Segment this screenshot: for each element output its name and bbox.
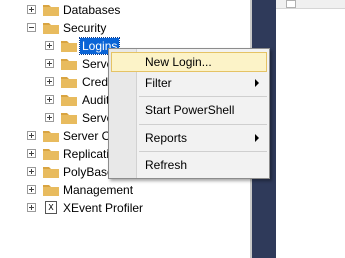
tree-node-management[interactable]: Management xyxy=(0,181,250,199)
expand-icon[interactable] xyxy=(27,149,36,158)
menu-item-label: Reports xyxy=(145,131,188,145)
expand-icon[interactable] xyxy=(27,131,36,140)
folder-icon xyxy=(43,185,59,196)
tree-node-label: Security xyxy=(63,21,107,35)
folder-icon xyxy=(61,95,77,106)
submenu-arrow-icon xyxy=(255,79,259,87)
menu-item-label: Start PowerShell xyxy=(145,103,235,117)
folder-icon xyxy=(43,5,59,16)
menu-separator xyxy=(139,124,267,125)
tree-node-security[interactable]: Security xyxy=(0,19,250,37)
folder-icon xyxy=(43,23,59,34)
expand-icon[interactable] xyxy=(27,185,36,194)
menu-separator xyxy=(139,151,267,152)
expand-icon[interactable] xyxy=(27,167,36,176)
menu-item-label: Filter xyxy=(145,76,172,90)
menu-item-refresh[interactable]: Refresh xyxy=(111,155,267,175)
folder-icon xyxy=(43,167,59,178)
expand-icon[interactable] xyxy=(45,59,54,68)
tree-node-label: Audit xyxy=(82,93,110,107)
panel-control-box xyxy=(286,0,296,8)
context-menu: New Login... Filter Start PowerShell Rep… xyxy=(108,48,270,179)
tree-node-label: XEvent Profiler xyxy=(63,201,144,215)
submenu-arrow-icon xyxy=(255,134,259,142)
tree-node-label: PolyBase xyxy=(63,165,114,179)
expand-icon[interactable] xyxy=(27,203,36,212)
menu-item-label: New Login... xyxy=(145,55,212,69)
menu-item-new-login[interactable]: New Login... xyxy=(111,52,267,72)
xevent-profiler-icon: X xyxy=(45,201,57,214)
folder-icon xyxy=(43,131,59,142)
editor-panel xyxy=(276,0,345,258)
menu-separator xyxy=(139,96,267,97)
folder-icon xyxy=(43,149,59,160)
tree-node-label: Management xyxy=(63,183,134,197)
menu-item-reports[interactable]: Reports xyxy=(111,128,267,148)
folder-icon xyxy=(61,59,77,70)
expand-icon[interactable] xyxy=(45,77,54,86)
tree-node-label: Replicati xyxy=(63,147,110,161)
menu-item-start-powershell[interactable]: Start PowerShell xyxy=(111,100,267,120)
menu-item-label: Refresh xyxy=(145,158,188,172)
expand-icon[interactable] xyxy=(27,5,36,14)
tree-node-label: Databases xyxy=(63,3,121,17)
expand-icon[interactable] xyxy=(45,95,54,104)
menu-item-filter[interactable]: Filter xyxy=(111,73,267,93)
collapse-icon[interactable] xyxy=(27,23,36,32)
expand-icon[interactable] xyxy=(45,41,54,50)
tree-node-xevent-profiler[interactable]: X XEvent Profiler xyxy=(0,199,250,217)
tree-node-databases[interactable]: Databases xyxy=(0,1,250,19)
tree-node-label: Server O xyxy=(63,129,112,143)
folder-icon xyxy=(61,113,77,124)
folder-icon xyxy=(61,77,77,88)
folder-icon xyxy=(61,41,77,52)
expand-icon[interactable] xyxy=(45,113,54,122)
